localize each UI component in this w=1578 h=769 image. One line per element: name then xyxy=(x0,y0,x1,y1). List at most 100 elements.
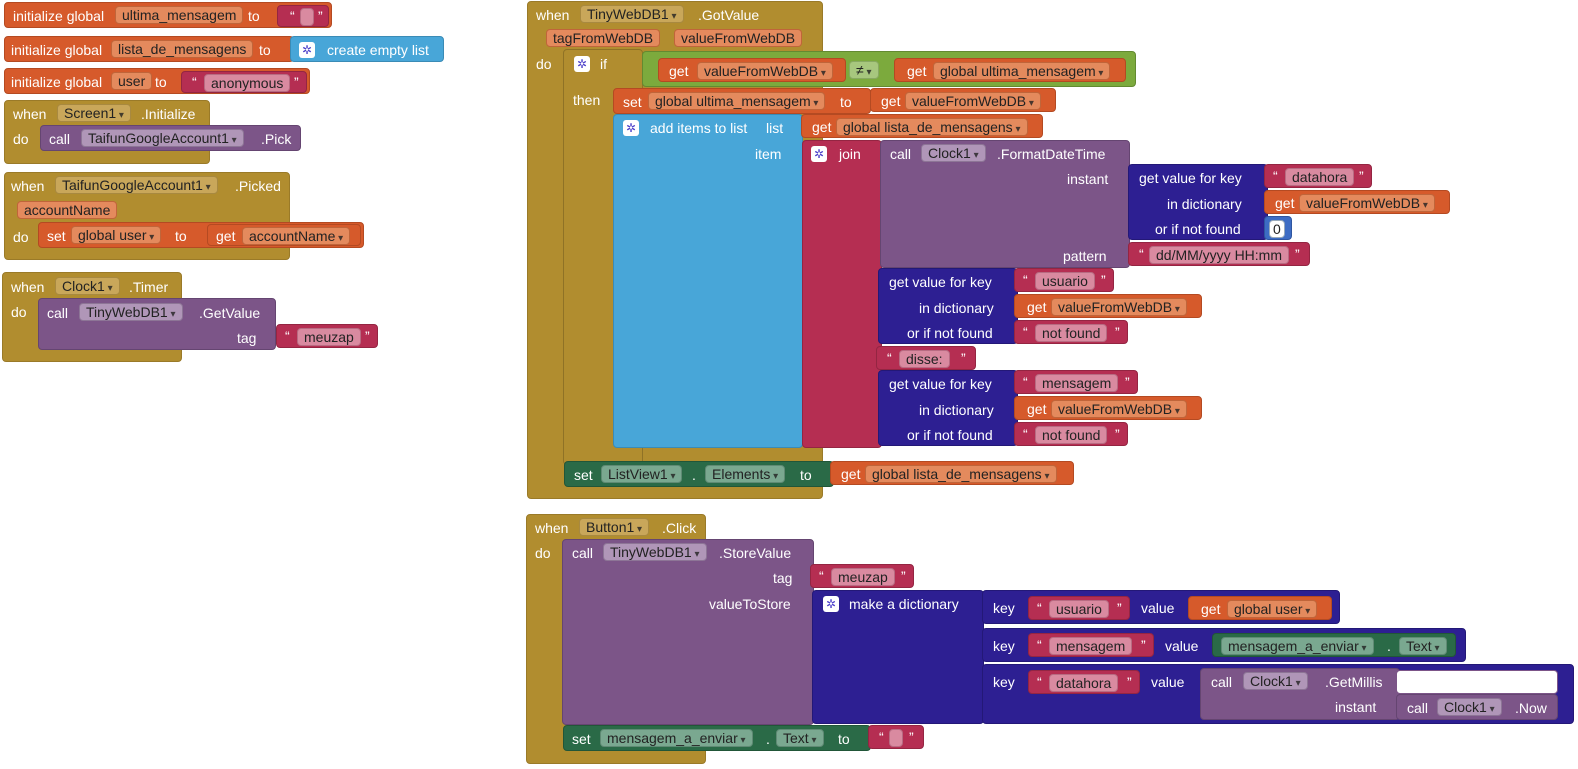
component-dropdown[interactable]: TinyWebDB1 xyxy=(79,303,183,321)
component-property-block[interactable]: mensagem_a_enviar . Text xyxy=(1212,633,1456,657)
dictionary-lookup-block[interactable]: get value for key in dictionary or if no… xyxy=(878,370,1018,446)
variable-dropdown[interactable]: accountName xyxy=(242,227,351,245)
text-value[interactable]: anonymous xyxy=(204,74,291,92)
text-value[interactable]: datahora xyxy=(1285,168,1355,186)
number-block[interactable]: 0 xyxy=(1264,216,1292,240)
text-block[interactable]: “ not found ” xyxy=(1014,422,1128,446)
gear-icon[interactable]: ✲ xyxy=(623,120,639,136)
init-ultima-mensagem-block[interactable]: initialize global ultima_mensagem to “ ” xyxy=(4,2,332,28)
text-value[interactable] xyxy=(889,729,903,747)
call-storevalue-block[interactable]: call TinyWebDB1 .StoreValue tag valueToS… xyxy=(562,539,814,725)
variable-dropdown[interactable]: global lista_de_mensagens xyxy=(865,465,1057,483)
call-pick-block[interactable]: call TaifunGoogleAccount1 .Pick xyxy=(40,125,301,151)
variable-dropdown[interactable]: valueFromWebDB xyxy=(1051,298,1187,316)
text-value[interactable]: meuzap xyxy=(831,568,895,586)
component-dropdown[interactable]: mensagem_a_enviar xyxy=(600,729,753,747)
component-dropdown[interactable]: Clock1 xyxy=(921,144,986,162)
get-block[interactable]: get valueFromWebDB xyxy=(870,88,1056,112)
text-value[interactable]: meuzap xyxy=(297,328,361,346)
make-dictionary-block[interactable]: ✲ make a dictionary xyxy=(812,590,984,724)
set-global-user-block[interactable]: set global user to get accountName xyxy=(38,222,364,248)
init-user-block[interactable]: initialize global user to “ anonymous ” xyxy=(4,68,310,94)
variable-name[interactable]: lista_de_mensagens xyxy=(111,40,254,58)
operator-dropdown[interactable]: ≠ xyxy=(849,61,879,79)
gear-icon[interactable]: ✲ xyxy=(299,42,315,58)
variable-dropdown[interactable]: global lista_de_mensagens xyxy=(836,118,1028,136)
component-dropdown[interactable]: TinyWebDB1 xyxy=(580,5,684,23)
get-block[interactable]: get valueFromWebDB xyxy=(1014,294,1202,318)
text-value[interactable]: mensagem xyxy=(1035,374,1119,392)
variable-name[interactable]: user xyxy=(111,72,153,90)
empty-text-block[interactable]: “ ” xyxy=(868,725,924,749)
get-block[interactable]: get global user xyxy=(1188,596,1332,620)
create-empty-list-block[interactable]: ✲ create empty list xyxy=(290,36,444,62)
variable-dropdown[interactable]: valueFromWebDB xyxy=(905,92,1041,110)
property-dropdown[interactable]: Text xyxy=(776,729,824,747)
set-text-block[interactable]: set mensagem_a_enviar . Text to xyxy=(563,725,871,751)
text-block[interactable]: “ datahora ” xyxy=(1264,164,1372,188)
dictionary-lookup-block[interactable]: get value for key in dictionary or if no… xyxy=(1128,164,1268,240)
gear-icon[interactable]: ✲ xyxy=(811,146,827,162)
variable-dropdown[interactable]: global ultima_mensagem xyxy=(648,92,826,110)
parameter-chip[interactable]: tagFromWebDB xyxy=(546,29,661,47)
gear-icon[interactable]: ✲ xyxy=(823,596,839,612)
get-block[interactable]: get valueFromWebDB xyxy=(1264,190,1450,214)
text-value[interactable]: datahora xyxy=(1049,674,1119,692)
text-block[interactable]: “ not found ” xyxy=(1014,320,1128,344)
component-dropdown[interactable]: Clock1 xyxy=(55,277,120,295)
get-block[interactable]: get global lista_de_mensagens xyxy=(830,461,1074,485)
add-items-to-list-block[interactable]: ✲ add items to list list item xyxy=(613,114,803,448)
component-dropdown[interactable]: Clock1 xyxy=(1243,672,1308,690)
text-value[interactable] xyxy=(300,8,314,26)
text-value[interactable]: disse: xyxy=(899,350,950,368)
text-block[interactable]: “ mensagem ” xyxy=(1028,633,1154,657)
component-dropdown[interactable]: TaifunGoogleAccount1 xyxy=(81,129,244,147)
text-block[interactable]: “ dd/MM/yyyy HH:mm ” xyxy=(1128,242,1310,266)
component-dropdown[interactable]: Button1 xyxy=(579,518,650,536)
parameter-chip[interactable]: valueFromWebDB xyxy=(674,29,803,47)
text-block[interactable]: “ meuzap ” xyxy=(810,564,914,588)
text-block[interactable]: “ usuario ” xyxy=(1028,596,1130,620)
variable-dropdown[interactable]: global user xyxy=(1227,600,1318,618)
variable-dropdown[interactable]: global user xyxy=(71,226,162,244)
call-now-block[interactable]: call Clock1 .Now xyxy=(1396,694,1558,720)
text-block[interactable]: “ meuzap ” xyxy=(276,324,378,348)
variable-name[interactable]: ultima_mensagem xyxy=(115,6,244,24)
text-value[interactable]: usuario xyxy=(1049,600,1109,618)
text-block[interactable]: “ mensagem ” xyxy=(1014,370,1138,394)
get-block[interactable]: get global lista_de_mensagens xyxy=(801,114,1043,138)
gear-icon[interactable]: ✲ xyxy=(574,56,590,72)
init-lista-block[interactable]: initialize global lista_de_mensagens to xyxy=(4,36,294,62)
variable-dropdown[interactable]: global ultima_mensagem xyxy=(933,62,1111,80)
set-ultima-block[interactable]: set global ultima_mensagem to xyxy=(613,88,871,114)
text-block[interactable]: “ anonymous ” xyxy=(181,71,307,93)
variable-dropdown[interactable]: valueFromWebDB xyxy=(1051,400,1187,418)
property-dropdown[interactable]: Text xyxy=(1399,637,1447,655)
get-block[interactable]: get valueFromWebDB xyxy=(658,58,846,82)
variable-dropdown[interactable]: valueFromWebDB xyxy=(1299,194,1435,212)
component-dropdown[interactable]: mensagem_a_enviar xyxy=(1221,637,1374,655)
get-block[interactable]: get accountName xyxy=(207,224,361,246)
component-dropdown[interactable]: Screen1 xyxy=(57,104,131,122)
component-dropdown[interactable]: TinyWebDB1 xyxy=(603,543,707,561)
call-getmillis-block[interactable]: call Clock1 .GetMillis instant xyxy=(1200,668,1400,720)
call-getvalue-block[interactable]: call TinyWebDB1 .GetValue tag xyxy=(38,298,276,350)
empty-text-block[interactable]: “ ” xyxy=(277,5,329,27)
variable-dropdown[interactable]: valueFromWebDB xyxy=(697,62,833,80)
format-datetime-block[interactable]: call Clock1 .FormatDateTime instant patt… xyxy=(880,140,1130,268)
component-dropdown[interactable]: ListView1 xyxy=(601,465,683,483)
property-dropdown[interactable]: Elements xyxy=(705,465,786,483)
text-value[interactable]: not found xyxy=(1035,426,1108,444)
get-block[interactable]: get global ultima_mensagem xyxy=(894,58,1126,82)
join-block[interactable]: ✲ join xyxy=(802,140,882,448)
text-value[interactable]: not found xyxy=(1035,324,1108,342)
text-block[interactable]: “ disse: ” xyxy=(876,346,976,370)
text-block[interactable]: “ usuario ” xyxy=(1014,268,1114,292)
get-block[interactable]: get valueFromWebDB xyxy=(1014,396,1202,420)
component-dropdown[interactable]: TaifunGoogleAccount1 xyxy=(55,176,218,194)
text-value[interactable]: dd/MM/yyyy HH:mm xyxy=(1149,246,1289,264)
dictionary-lookup-block[interactable]: get value for key in dictionary or if no… xyxy=(878,268,1018,344)
number-value[interactable]: 0 xyxy=(1269,220,1285,238)
component-dropdown[interactable]: Clock1 xyxy=(1437,698,1502,716)
set-listview-elements-block[interactable]: set ListView1 . Elements to xyxy=(564,461,834,487)
